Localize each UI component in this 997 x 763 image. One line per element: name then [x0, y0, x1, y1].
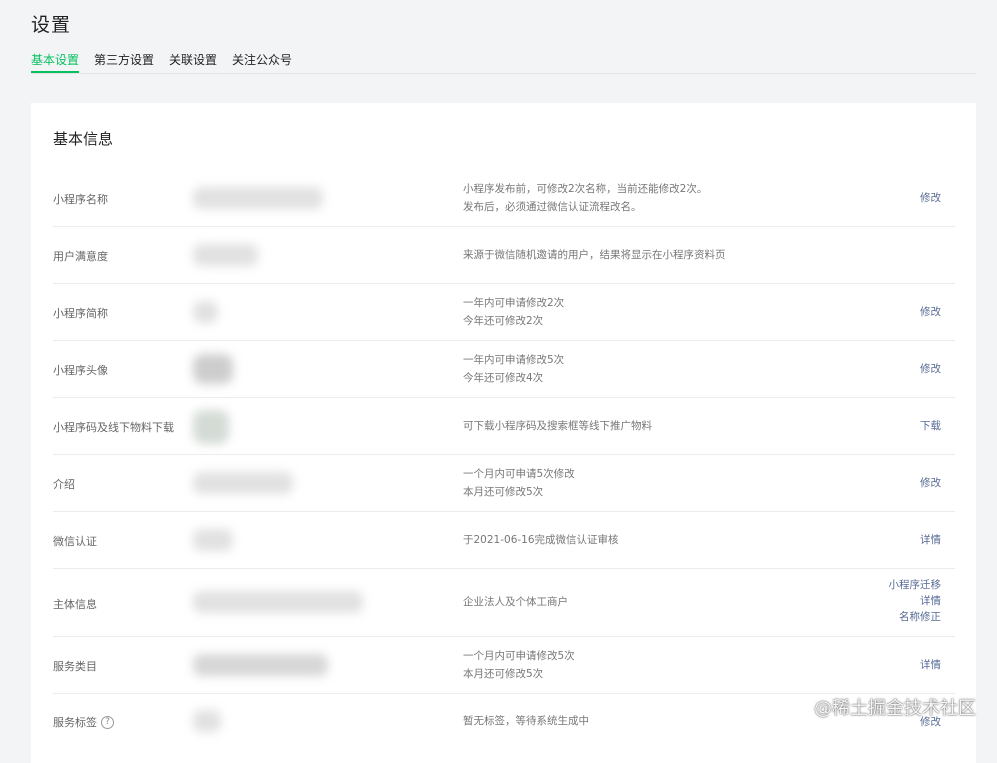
row-label: 服务类目 — [53, 660, 97, 673]
row-user-satisfaction: 用户满意度 来源于微信随机邀请的用户，结果将显示在小程序资料页 — [53, 227, 955, 284]
row-avatar: 小程序头像 一年内可申请修改5次 今年还可修改4次 修改 — [53, 341, 955, 398]
migrate-mini-program-link[interactable]: 小程序迁移 — [889, 577, 942, 593]
row-label: 小程序码及线下物料下载 — [53, 421, 174, 434]
row-label: 用户满意度 — [53, 250, 108, 263]
row-description: 暂无标签，等待系统生成中 — [463, 715, 589, 727]
row-description: 一年内可申请修改5次 今年还可修改4次 — [463, 354, 565, 384]
row-label: 小程序头像 — [53, 364, 108, 377]
watermark: @稀土掘金技术社区 — [814, 698, 976, 719]
row-actions: 修改 — [920, 304, 941, 320]
tab-follow-official-account[interactable]: 关注公众号 — [232, 50, 292, 73]
row-label: 小程序简称 — [53, 307, 108, 320]
row-description: 来源于微信随机邀请的用户，结果将显示在小程序资料页 — [463, 249, 726, 261]
row-qrcode-download: 小程序码及线下物料下载 可下载小程序码及搜索框等线下推广物料 下载 — [53, 398, 955, 455]
row-description: 一个月内可申请5次修改 本月还可修改5次 — [463, 468, 575, 498]
row-description: 企业法人及个体工商户 — [463, 596, 568, 608]
row-actions: 修改 — [920, 190, 941, 206]
row-actions: 修改 — [920, 475, 941, 491]
blurred-value — [193, 529, 233, 551]
tab-linked-settings[interactable]: 关联设置 — [169, 50, 217, 73]
details-link[interactable]: 详情 — [889, 593, 941, 609]
row-description: 小程序发布前，可修改2次名称，当前还能修改2次。 发布后，必须通过微信认证流程改… — [463, 183, 708, 213]
row-description: 一个月内可申请修改5次 本月还可修改5次 — [463, 650, 575, 680]
tab-third-party-settings[interactable]: 第三方设置 — [94, 50, 154, 73]
edit-link[interactable]: 修改 — [920, 475, 941, 491]
blurred-qrcode — [193, 410, 229, 444]
row-label: 介绍 — [53, 478, 75, 491]
blurred-value — [193, 710, 221, 732]
blurred-value — [193, 654, 328, 676]
row-actions: 详情 — [920, 532, 941, 548]
blurred-value — [193, 591, 363, 613]
row-description: 可下载小程序码及搜索框等线下推广物料 — [463, 420, 652, 432]
row-introduction: 介绍 一个月内可申请5次修改 本月还可修改5次 修改 — [53, 455, 955, 512]
row-label: 微信认证 — [53, 535, 97, 548]
blurred-value — [193, 472, 293, 494]
help-icon[interactable]: ? — [101, 715, 114, 729]
row-label: 主体信息 — [53, 598, 97, 611]
row-description: 一年内可申请修改2次 今年还可修改2次 — [463, 297, 565, 327]
tab-basic-settings[interactable]: 基本设置 — [31, 50, 80, 73]
row-short-name: 小程序简称 一年内可申请修改2次 今年还可修改2次 修改 — [53, 284, 955, 341]
row-actions: 下载 — [920, 418, 941, 434]
settings-tabs: 基本设置 第三方设置 关联设置 关注公众号 — [31, 50, 976, 74]
blurred-value — [193, 244, 258, 266]
row-description: 于2021-06-16完成微信认证审核 — [463, 534, 619, 546]
page-title: 设置 — [31, 14, 72, 36]
row-actions: 修改 — [920, 361, 941, 377]
correct-name-link[interactable]: 名称修正 — [889, 609, 941, 625]
edit-link[interactable]: 修改 — [920, 361, 941, 377]
details-link[interactable]: 详情 — [920, 657, 941, 673]
row-label: 小程序名称 — [53, 193, 108, 206]
row-entity-info: 主体信息 企业法人及个体工商户 小程序迁移 详情 名称修正 — [53, 569, 955, 637]
row-actions: 小程序迁移 详情 名称修正 — [889, 577, 942, 625]
blurred-value — [193, 187, 323, 209]
row-mini-program-name: 小程序名称 小程序发布前，可修改2次名称，当前还能修改2次。 发布后，必须通过微… — [53, 170, 955, 227]
row-service-category: 服务类目 一个月内可申请修改5次 本月还可修改5次 详情 — [53, 637, 955, 694]
edit-link[interactable]: 修改 — [920, 190, 941, 206]
section-title: 基本信息 — [53, 130, 114, 148]
download-link[interactable]: 下载 — [920, 418, 941, 434]
blurred-value — [193, 301, 218, 323]
row-wechat-verification: 微信认证 于2021-06-16完成微信认证审核 详情 — [53, 512, 955, 569]
edit-link[interactable]: 修改 — [920, 304, 941, 320]
details-link[interactable]: 详情 — [920, 532, 941, 548]
row-label: 服务标签 ? — [53, 714, 114, 730]
row-actions: 详情 — [920, 657, 941, 673]
blurred-avatar — [193, 354, 233, 384]
